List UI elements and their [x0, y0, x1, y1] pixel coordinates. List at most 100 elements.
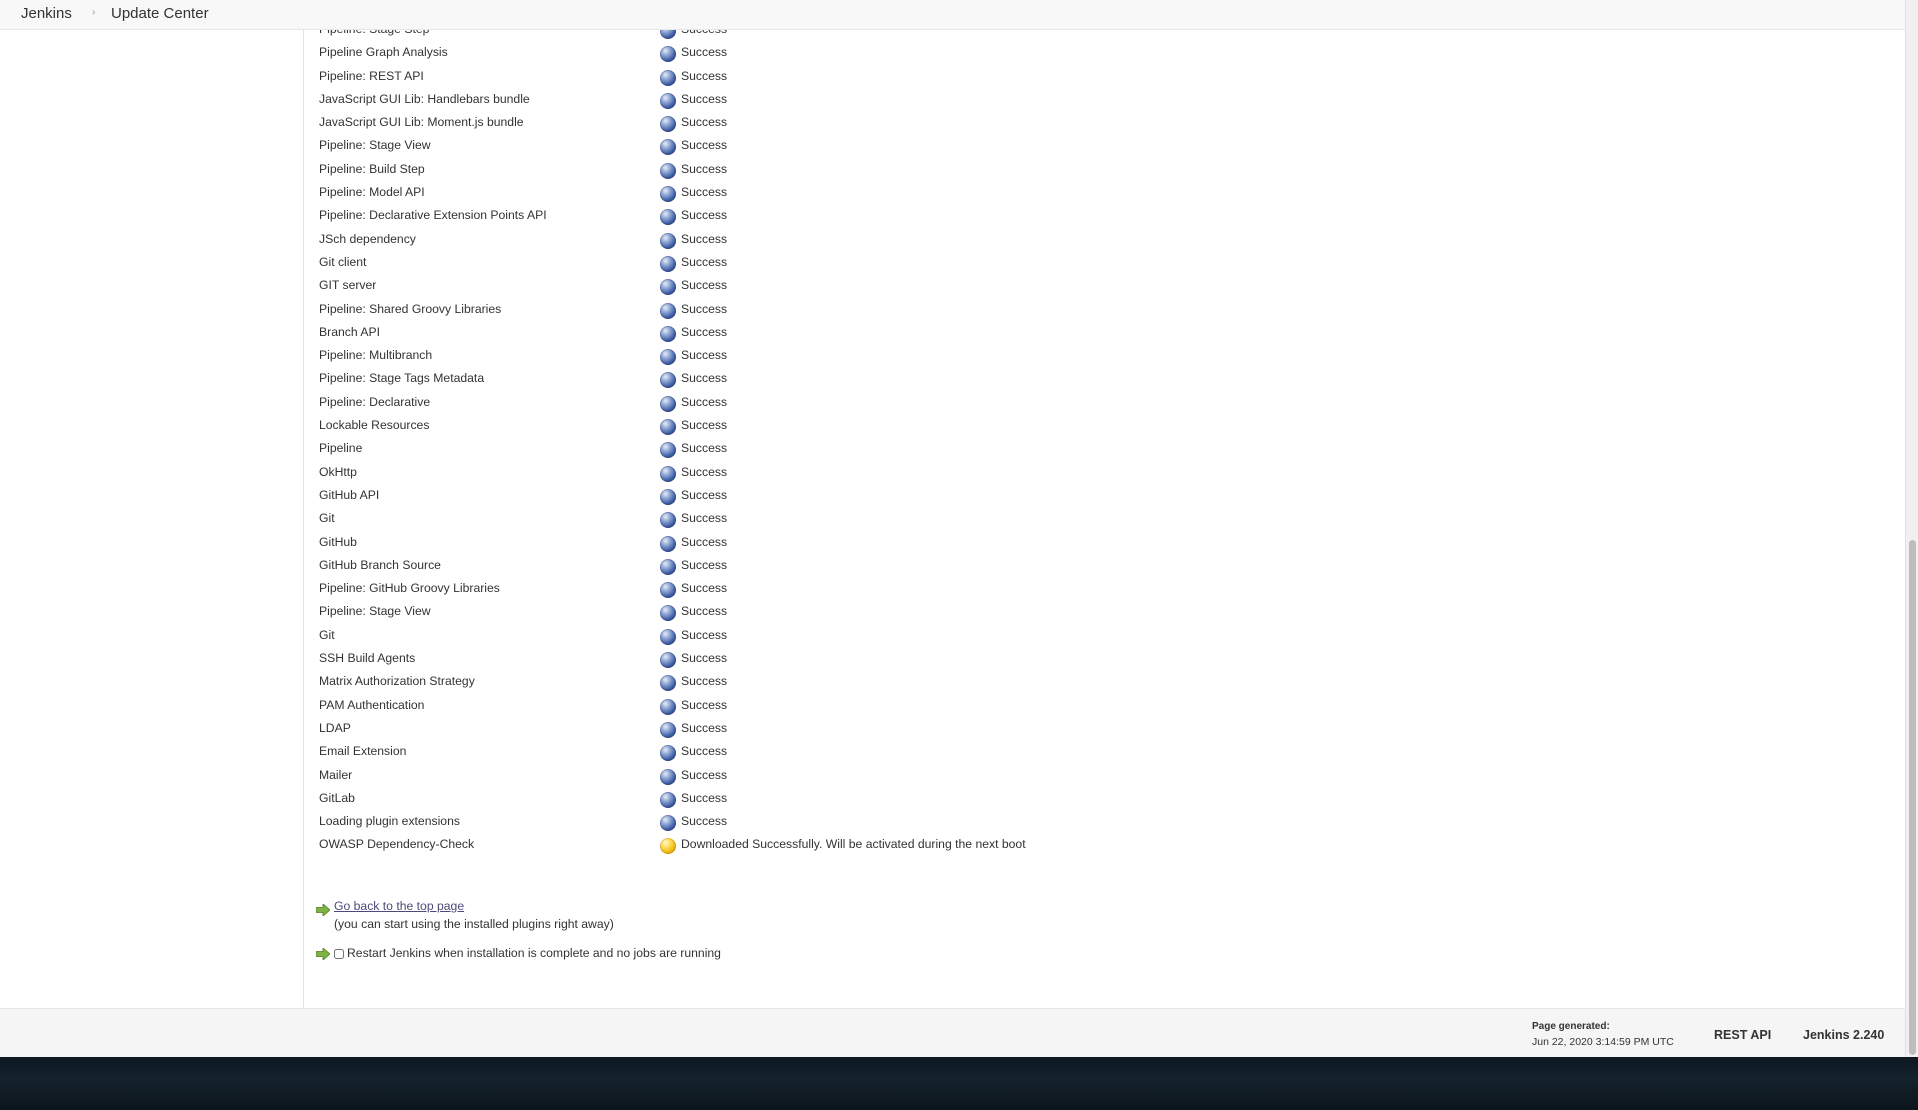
plugin-name: Pipeline: REST API [319, 68, 424, 83]
plugin-name: JavaScript GUI Lib: Handlebars bundle [319, 91, 530, 106]
scrollbar-thumb[interactable] [1909, 540, 1916, 1055]
blue-ball-icon [660, 558, 676, 575]
install-row: LDAP Success [319, 717, 1119, 740]
install-status: Success [681, 418, 728, 433]
install-status: Success [681, 720, 728, 735]
plugin-name: Pipeline: GitHub Groovy Libraries [319, 581, 500, 596]
plugin-name: Pipeline: Declarative Extension Points A… [319, 208, 547, 223]
install-row: Git Success [319, 507, 1119, 530]
blue-ball-icon [660, 92, 676, 109]
install-row: Loading plugin extensions Success [319, 810, 1119, 833]
blue-ball-icon [660, 745, 676, 762]
plugin-name: JSch dependency [319, 231, 416, 246]
install-row: Pipeline: Shared Groovy Libraries Success [319, 298, 1119, 321]
plugin-name: GIT server [319, 278, 377, 293]
desktop-background [0, 1057, 1918, 1110]
install-status: Success [681, 674, 728, 689]
go-back-top-link[interactable]: Go back to the top page [334, 899, 464, 913]
plugin-name: Loading plugin extensions [319, 814, 460, 829]
install-status: Success [681, 790, 728, 805]
page-generated-timestamp: Jun 22, 2020 3:14:59 PM UTC [1532, 1036, 1674, 1048]
plugin-name: Pipeline: Multibranch [319, 348, 433, 363]
main-content: Pipeline: Stage StepSuccessPipeline Grap… [0, 0, 1905, 1008]
blue-ball-icon [660, 605, 676, 622]
install-row: Matrix Authorization Strategy Success [319, 670, 1119, 693]
plugin-name: Matrix Authorization Strategy [319, 674, 475, 689]
plugin-name: Email Extension [319, 744, 407, 759]
breadcrumb-jenkins[interactable]: Jenkins [21, 5, 72, 22]
blue-ball-icon [660, 488, 676, 505]
install-status: Success [681, 348, 728, 363]
blue-ball-icon [660, 279, 676, 296]
install-status: Success [681, 208, 728, 223]
install-status: Success [681, 394, 728, 409]
blue-ball-icon [660, 582, 676, 599]
install-row: Pipeline: Stage View Success [319, 134, 1119, 157]
install-status: Success [681, 534, 728, 549]
blue-ball-icon [660, 815, 676, 832]
install-status: Success [681, 767, 728, 782]
install-status: Success [681, 324, 728, 339]
install-row: SSH Build Agents Success [319, 647, 1119, 670]
blue-ball-icon [660, 419, 676, 436]
install-status: Success [681, 115, 728, 130]
blue-ball-icon [660, 372, 676, 389]
plugin-name: Pipeline: Build Step [319, 161, 425, 176]
plugin-name: Pipeline: Stage View [319, 138, 431, 153]
page-generated-label: Page generated: [1532, 1021, 1610, 1032]
install-status: Success [681, 487, 728, 502]
plugin-name: OkHttp [319, 464, 357, 479]
install-status: Success [681, 581, 728, 596]
install-status: Success [681, 254, 728, 269]
plugin-name: GitHub [319, 534, 357, 549]
breadcrumb-update-center[interactable]: Update Center [111, 5, 209, 22]
install-status: Success [681, 91, 728, 106]
rest-api-link[interactable]: REST API [1714, 1028, 1771, 1042]
install-status: Success [681, 441, 728, 456]
plugin-name: LDAP [319, 720, 351, 735]
blue-ball-icon [660, 628, 676, 645]
blue-ball-icon [660, 232, 676, 249]
install-row: Pipeline Success [319, 437, 1119, 460]
install-row: Pipeline: Declarative Success [319, 391, 1119, 414]
install-row: JavaScript GUI Lib: Handlebars bundle Suc… [319, 88, 1119, 111]
install-row: Pipeline: Build Step Success [319, 158, 1119, 181]
blue-ball-icon [660, 209, 676, 226]
green-arrow-icon [316, 904, 330, 916]
plugin-name: GitHub API [319, 487, 380, 502]
install-row: Pipeline: REST API Success [319, 65, 1119, 88]
install-status: Success [681, 651, 728, 666]
install-row: GitHub Branch Source Success [319, 554, 1119, 577]
install-row: GitHub API Success [319, 484, 1119, 507]
install-status: Success [681, 161, 728, 176]
install-status: Success [681, 604, 728, 619]
install-status: Success [681, 464, 728, 479]
plugin-name: Git [319, 511, 335, 526]
install-status: Success [681, 697, 728, 712]
install-row: Git Success [319, 624, 1119, 647]
blue-ball-icon [660, 442, 676, 459]
install-status-table: Pipeline: Stage StepSuccessPipeline Grap… [319, 18, 1119, 857]
blue-ball-icon [660, 302, 676, 319]
install-row: PAM Authentication Success [319, 694, 1119, 717]
restart-checkbox[interactable] [334, 949, 344, 959]
blue-ball-icon [660, 69, 676, 86]
install-status: Success [681, 138, 728, 153]
blue-ball-icon [660, 465, 676, 482]
install-status: Success [681, 511, 728, 526]
plugin-name: Pipeline: Model API [319, 185, 425, 200]
plugin-name: SSH Build Agents [319, 651, 416, 666]
restart-label[interactable]: Restart Jenkins when installation is com… [347, 946, 721, 960]
blue-ball-icon [660, 791, 676, 808]
vertical-scrollbar[interactable] [1905, 0, 1918, 1057]
install-row: Git client Success [319, 251, 1119, 274]
install-row: Pipeline: GitHub Groovy Libraries Success [319, 577, 1119, 600]
blue-ball-icon [660, 721, 676, 738]
install-row: Pipeline: Model API Success [319, 181, 1119, 204]
plugin-name: Pipeline: Stage Tags Metadata [319, 371, 485, 386]
blue-ball-icon [660, 255, 676, 272]
install-row: GIT server Success [319, 274, 1119, 297]
page-footer: Page generated: Jun 22, 2020 3:14:59 PM … [0, 1008, 1905, 1058]
blue-ball-icon [660, 46, 676, 63]
jenkins-version-link[interactable]: Jenkins 2.240 [1803, 1028, 1884, 1042]
